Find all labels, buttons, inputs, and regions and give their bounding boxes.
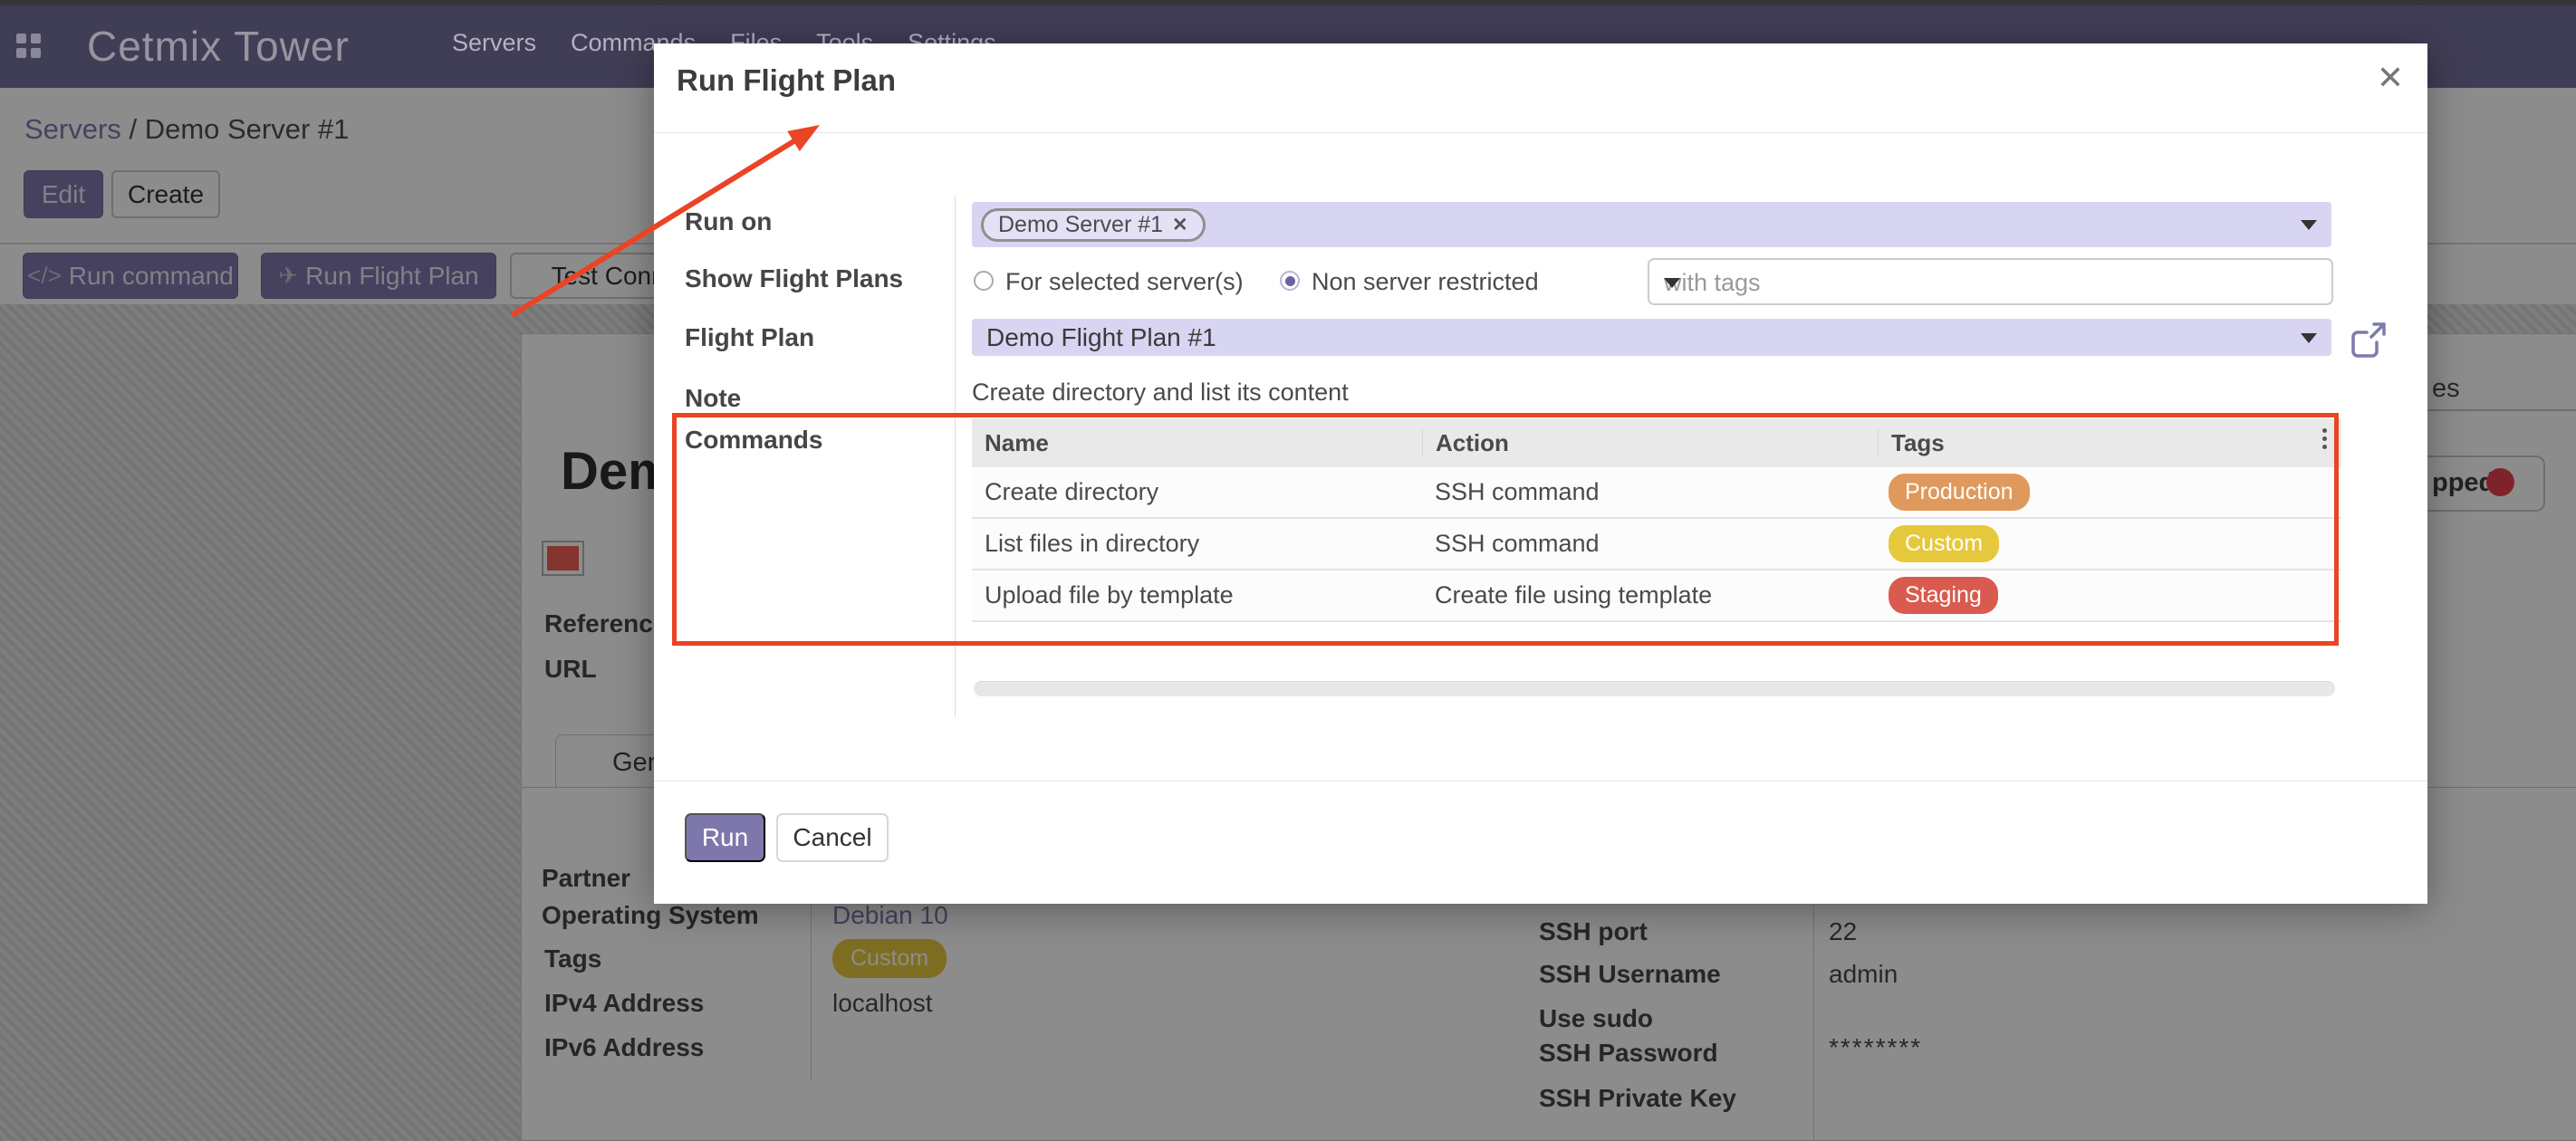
note-label: Note [685, 384, 741, 413]
show-flight-plans-label: Show Flight Plans [685, 264, 903, 293]
apps-menu-icon[interactable] [16, 34, 41, 58]
radio-non-server-restricted[interactable] [1280, 271, 1300, 291]
server-tag-label: Demo Server #1 [998, 212, 1163, 238]
run-on-server-tag: Demo Server #1 ✕ [981, 208, 1206, 242]
flight-plan-label: Flight Plan [685, 323, 814, 352]
external-link-icon[interactable] [2350, 321, 2388, 359]
with-tags-select[interactable]: with tags [1648, 258, 2333, 305]
chevron-down-icon [2301, 333, 2317, 343]
radio-for-selected-servers[interactable] [974, 271, 994, 291]
chevron-down-icon [1664, 278, 1680, 288]
flight-plan-value: Demo Flight Plan #1 [986, 323, 1216, 352]
modal-title: Run Flight Plan [677, 63, 896, 98]
annotation-highlight-rectangle [672, 413, 2339, 646]
run-on-label: Run on [685, 207, 772, 236]
flight-plan-field[interactable]: Demo Flight Plan #1 [972, 319, 2331, 356]
run-button[interactable]: Run [685, 813, 765, 862]
cancel-button[interactable]: Cancel [776, 813, 889, 862]
radio-non-server-restricted-label[interactable]: Non server restricted [1312, 268, 1539, 296]
table-scrollbar[interactable] [974, 681, 2335, 696]
radio-for-selected-servers-label[interactable]: For selected server(s) [1005, 268, 1244, 296]
remove-tag-icon[interactable]: ✕ [1172, 214, 1188, 236]
note-value: Create directory and list its content [972, 379, 1349, 407]
close-icon[interactable]: ✕ [2377, 62, 2404, 94]
app-brand[interactable]: Cetmix Tower [87, 22, 350, 71]
chevron-down-icon [2301, 220, 2317, 230]
modal-header-divider [654, 132, 2427, 133]
nav-item-servers[interactable]: Servers [452, 29, 536, 57]
screen: Servers / Demo Server #1 Edit Create </>… [0, 0, 2576, 1141]
run-on-field[interactable]: Demo Server #1 ✕ [972, 202, 2331, 247]
